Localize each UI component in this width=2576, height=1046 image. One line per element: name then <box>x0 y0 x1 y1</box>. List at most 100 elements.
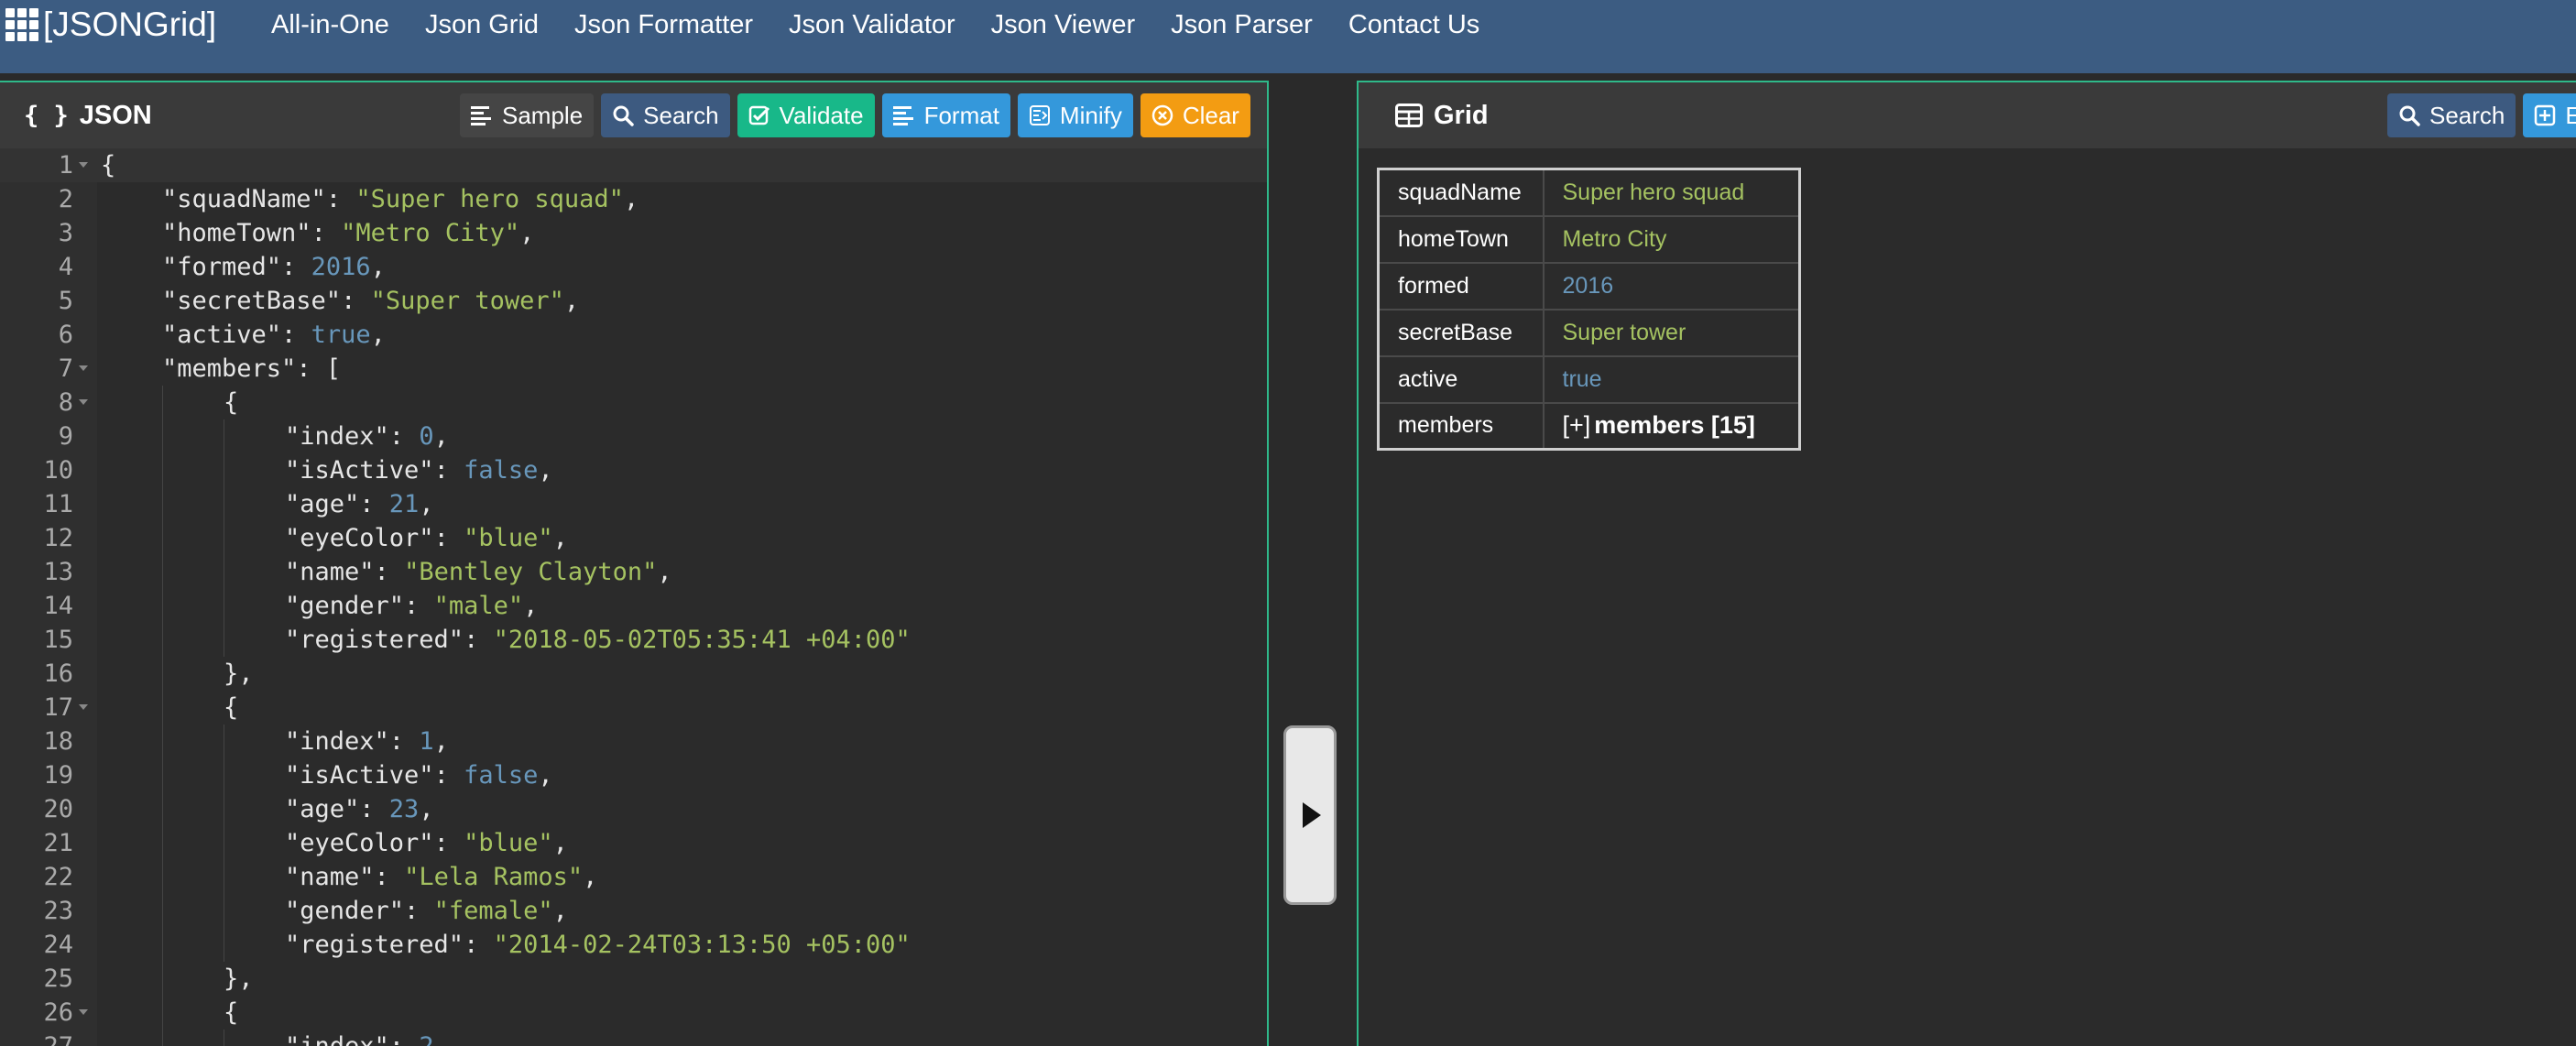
brand-logo[interactable]: [JSONGrid] <box>5 0 216 49</box>
json-toolbar: Sample Search Validate Format Minify Cle… <box>453 93 1250 137</box>
code-line: 12 "eyeColor": "blue", <box>0 521 1267 555</box>
line-number: 17 <box>43 693 73 722</box>
clear-button-label: Clear <box>1182 101 1239 129</box>
table-row: members [+] members [15] <box>1377 401 1801 451</box>
code-line: 27 "index": 2 <box>0 1030 1267 1046</box>
line-number: 25 <box>43 964 73 993</box>
code-text: }, <box>224 659 254 688</box>
curly-braces-icon: { } <box>24 101 69 130</box>
json-search-button-label: Search <box>643 101 719 129</box>
table-row: homeTown Metro City <box>1377 214 1801 264</box>
json-code-editor[interactable]: 1{2 "squadName": "Super hero squad", 3 "hom… <box>0 148 1267 1046</box>
code-text: "registered": "2018-05-02T05:35:41 +04:0… <box>285 626 911 654</box>
indent-guide <box>162 792 163 826</box>
indent-guide <box>162 962 163 996</box>
code-text: "index": 0, <box>285 422 449 451</box>
code-line: 10 "isActive": false, <box>0 453 1267 487</box>
grid-panel-header: Grid Search Ex <box>1359 82 2576 149</box>
indent-guide <box>162 419 163 453</box>
code-text: }, <box>224 964 254 993</box>
line-number: 27 <box>0 1030 73 1046</box>
code-line: 14 "gender": "male", <box>0 589 1267 623</box>
members-count: members [15] <box>1594 411 1755 440</box>
grid-key: secretBase <box>1377 308 1545 357</box>
indent-guide <box>162 453 163 487</box>
fold-arrow-icon[interactable] <box>79 704 88 710</box>
grid-search-button-label: Search <box>2429 101 2505 129</box>
expand-toggle[interactable]: [+] <box>1563 411 1591 439</box>
nav-link-json-viewer[interactable]: Json Viewer <box>991 10 1135 40</box>
code-line: 18 "index": 1, <box>0 725 1267 758</box>
line-number: 15 <box>43 626 73 654</box>
clear-button[interactable]: Clear <box>1140 93 1250 137</box>
indent-guide <box>162 928 163 962</box>
indent-guide <box>162 826 163 860</box>
fold-arrow-icon[interactable] <box>79 399 88 405</box>
expand-button-label: Ex <box>2565 102 2576 130</box>
grid-key: homeTown <box>1377 214 1545 264</box>
line-number: 9 <box>58 422 73 451</box>
nav-link-json-grid[interactable]: Json Grid <box>425 10 539 40</box>
code-text: "homeTown": "Metro City", <box>162 219 535 247</box>
nav-link-json-parser[interactable]: Json Parser <box>1171 10 1313 40</box>
expand-button[interactable]: Ex <box>2523 93 2576 137</box>
minify-button[interactable]: Minify <box>1017 93 1133 137</box>
code-text: "eyeColor": "blue", <box>285 524 568 552</box>
format-button-label: Format <box>923 101 999 129</box>
code-text: { <box>224 388 239 417</box>
code-text: "members": [ <box>162 354 342 383</box>
code-text: "formed": 2016, <box>162 253 386 281</box>
json-panel-title-text: JSON <box>79 100 152 130</box>
line-number: 11 <box>43 490 73 518</box>
fold-arrow-icon[interactable] <box>79 162 88 168</box>
indent-guide <box>162 691 163 725</box>
line-number: 8 <box>58 388 73 417</box>
code-line: 20 "age": 23, <box>0 792 1267 826</box>
table-row: secretBase Super tower <box>1377 308 1801 357</box>
grid-search-button[interactable]: Search <box>2387 93 2516 137</box>
indent-guide <box>162 725 163 758</box>
format-button[interactable]: Format <box>881 93 1010 137</box>
code-text: { <box>224 998 239 1027</box>
line-number: 21 <box>43 829 73 857</box>
code-text: "secretBase": "Super tower", <box>162 287 580 315</box>
code-line: 21 "eyeColor": "blue", <box>0 826 1267 860</box>
search-icon <box>2396 103 2422 128</box>
fold-arrow-icon[interactable] <box>79 1009 88 1015</box>
code-line: 2 "squadName": "Super hero squad", <box>0 182 1267 216</box>
code-line: 26 { <box>0 996 1267 1030</box>
search-icon <box>610 103 636 128</box>
code-line: 19 "isActive": false, <box>0 758 1267 792</box>
collapse-toggle-button[interactable] <box>1283 725 1337 905</box>
line-number: 14 <box>43 592 73 620</box>
line-number: 18 <box>43 727 73 756</box>
code-line: 15 "registered": "2018-05-02T05:35:41 +04… <box>0 623 1267 657</box>
indent-guide <box>162 657 163 691</box>
code-text: "squadName": "Super hero squad", <box>162 185 639 213</box>
line-number: 24 <box>43 931 73 959</box>
code-text: "isActive": false, <box>285 456 553 485</box>
line-number: 13 <box>43 558 73 586</box>
sample-button[interactable]: Sample <box>460 93 595 137</box>
indent-guide <box>162 555 163 589</box>
nav-link-json-formatter[interactable]: Json Formatter <box>574 10 753 40</box>
code-line: 6 "active": true, <box>0 318 1267 352</box>
code-line: 9 "index": 0, <box>0 419 1267 453</box>
code-line: 3 "homeTown": "Metro City", <box>0 216 1267 250</box>
line-number: 20 <box>43 795 73 823</box>
nav-link-all-in-one[interactable]: All-in-One <box>271 10 389 40</box>
top-nav: [JSONGrid] All-in-One Json Grid Json For… <box>0 0 2576 73</box>
brand-name: [JSONGrid] <box>43 5 217 43</box>
code-line: 5 "secretBase": "Super tower", <box>0 284 1267 318</box>
validate-button[interactable]: Validate <box>737 93 875 137</box>
grid-key: formed <box>1377 261 1545 311</box>
json-search-button[interactable]: Search <box>601 93 730 137</box>
nav-link-json-validator[interactable]: Json Validator <box>789 10 955 40</box>
fold-arrow-icon[interactable] <box>79 365 88 371</box>
indent-guide <box>162 589 163 623</box>
code-text: { <box>101 151 116 180</box>
members-expand-cell[interactable]: [+] members [15] <box>1542 401 1801 451</box>
code-text: "name": "Lela Ramos", <box>285 863 598 891</box>
code-text: "eyeColor": "blue", <box>285 829 568 857</box>
nav-link-contact-us[interactable]: Contact Us <box>1348 10 1479 40</box>
